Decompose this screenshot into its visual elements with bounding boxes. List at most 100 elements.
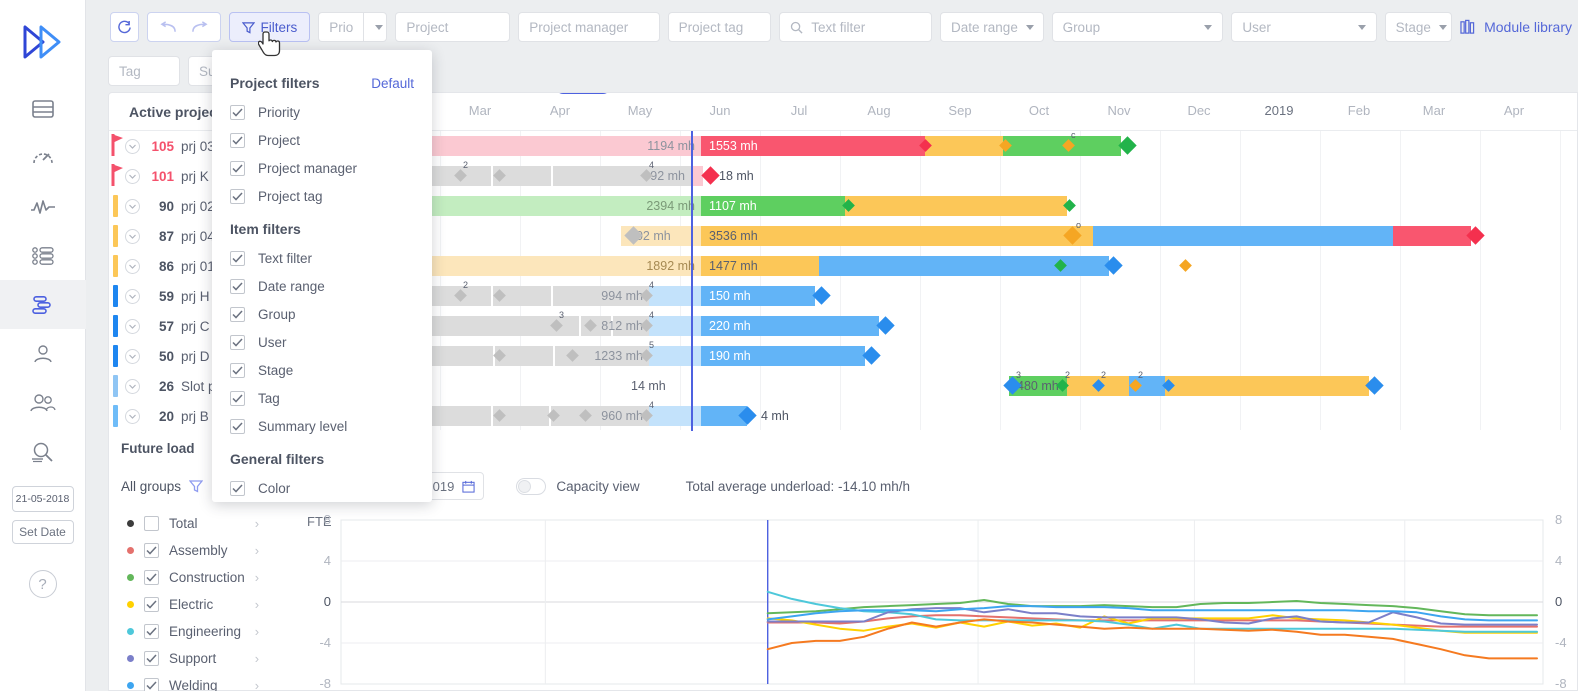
gantt-bar[interactable] bbox=[1093, 226, 1393, 246]
project-input[interactable]: Project bbox=[395, 12, 511, 42]
prio-select[interactable]: Prio bbox=[318, 12, 388, 42]
list-item[interactable]: Electric › bbox=[109, 591, 279, 618]
gantt-bar[interactable] bbox=[649, 346, 701, 366]
chevron-down-icon[interactable] bbox=[125, 318, 140, 334]
chevron-down-icon[interactable] bbox=[125, 198, 140, 214]
chevron-right-icon[interactable]: › bbox=[255, 678, 259, 691]
chevron-down-icon[interactable] bbox=[125, 228, 140, 244]
sidebar-item-user[interactable] bbox=[0, 329, 86, 378]
checkbox[interactable] bbox=[144, 543, 159, 558]
gantt-bar[interactable]: 1892 mh bbox=[431, 256, 701, 276]
gantt-bar[interactable] bbox=[1165, 376, 1369, 396]
gantt-lane[interactable]: 1233 mh 190 mh 5 bbox=[431, 340, 1577, 371]
chevron-down-icon[interactable] bbox=[125, 408, 140, 424]
gantt-bar[interactable] bbox=[649, 316, 701, 336]
gantt-lane[interactable]: 992 mh 18 mh 2 4 bbox=[431, 160, 1577, 191]
gantt-bar[interactable] bbox=[1049, 136, 1121, 156]
capacity-view-toggle[interactable] bbox=[516, 477, 547, 495]
filter-option-project-tag[interactable]: Project tag bbox=[212, 182, 432, 210]
chevron-down-icon[interactable] bbox=[125, 288, 140, 304]
module-library-button[interactable]: Module library bbox=[1460, 19, 1572, 35]
chevron-down-icon[interactable] bbox=[125, 258, 140, 274]
checkbox[interactable] bbox=[144, 597, 159, 612]
gantt-bar[interactable]: 812 mh bbox=[431, 316, 649, 336]
undo-redo-group[interactable] bbox=[146, 12, 221, 42]
checkbox[interactable] bbox=[230, 188, 245, 204]
checkbox[interactable] bbox=[230, 480, 245, 496]
text-filter-input[interactable]: Text filter bbox=[779, 12, 933, 42]
filter-option-stage[interactable]: Stage bbox=[212, 356, 432, 384]
gantt-bar[interactable]: 3536 mh bbox=[701, 226, 1093, 246]
filter-option-group[interactable]: Group bbox=[212, 300, 432, 328]
milestone-marker[interactable] bbox=[701, 166, 720, 185]
checkbox[interactable] bbox=[144, 570, 159, 585]
list-item[interactable]: Support › bbox=[109, 645, 279, 672]
project-tag-input[interactable]: Project tag bbox=[667, 12, 772, 42]
gantt-bar[interactable]: 1194 mh bbox=[431, 136, 701, 156]
chevron-right-icon[interactable]: › bbox=[255, 570, 259, 585]
gantt-bar[interactable]: 150 mh bbox=[701, 286, 815, 306]
chevron-down-icon[interactable] bbox=[125, 378, 140, 394]
checkbox[interactable] bbox=[230, 306, 245, 322]
checkbox[interactable] bbox=[144, 624, 159, 639]
list-item[interactable]: Engineering › bbox=[109, 618, 279, 645]
list-item[interactable]: Total › bbox=[109, 510, 279, 537]
milestone-marker[interactable] bbox=[1118, 136, 1137, 155]
filter-option-project[interactable]: Project bbox=[212, 126, 432, 154]
filter-option-priority[interactable]: Priority bbox=[212, 98, 432, 126]
gantt-lane[interactable]: 994 mh 150 mh 2 4 bbox=[431, 280, 1577, 311]
checkbox[interactable] bbox=[144, 678, 159, 691]
prio-dropdown-toggle[interactable] bbox=[363, 12, 388, 42]
list-item[interactable]: Construction › bbox=[109, 564, 279, 591]
filter-option-date-range[interactable]: Date range bbox=[212, 272, 432, 300]
sidebar-item-planning[interactable] bbox=[0, 280, 86, 329]
refresh-button[interactable] bbox=[110, 12, 139, 42]
chevron-right-icon[interactable]: › bbox=[255, 543, 259, 558]
tag-input[interactable]: Tag bbox=[108, 56, 180, 86]
date-range-select[interactable]: Date range bbox=[940, 12, 1044, 42]
milestone-marker[interactable] bbox=[876, 316, 895, 335]
set-date-button[interactable]: Set Date bbox=[11, 520, 74, 544]
gantt-lane[interactable]: 812 mh 220 mh 3 4 bbox=[431, 310, 1577, 341]
gantt-lane[interactable]: 960 mh 4 mh 4 bbox=[431, 400, 1577, 431]
gantt-bar[interactable]: 1233 mh bbox=[431, 346, 649, 366]
checkbox[interactable] bbox=[230, 418, 245, 434]
gantt-bar[interactable]: 2394 mh bbox=[431, 196, 701, 216]
gantt-bar[interactable] bbox=[649, 286, 701, 306]
checkbox[interactable] bbox=[230, 104, 245, 120]
filter-option-summary-level[interactable]: Summary level bbox=[212, 412, 432, 440]
gantt-bar[interactable] bbox=[1393, 226, 1471, 246]
checkbox[interactable] bbox=[230, 278, 245, 294]
gantt-lane[interactable]: 14 mh 480 mh 3 2 2 2 bbox=[431, 370, 1577, 401]
checkbox[interactable] bbox=[230, 334, 245, 350]
gantt-bar[interactable]: 220 mh bbox=[701, 316, 879, 336]
group-select[interactable]: Group bbox=[1051, 12, 1224, 42]
checkbox[interactable] bbox=[230, 362, 245, 378]
filters-button[interactable]: Filters bbox=[228, 12, 311, 42]
list-item[interactable]: Welding › bbox=[109, 672, 279, 691]
checkbox[interactable] bbox=[230, 390, 245, 406]
prio-label[interactable]: Prio bbox=[318, 12, 364, 42]
gantt-bar[interactable]: 1107 mh bbox=[701, 196, 845, 216]
gantt-lane[interactable]: 1194 mh 1553 mh c bbox=[431, 130, 1577, 161]
chevron-right-icon[interactable]: › bbox=[255, 597, 259, 612]
gantt-bar[interactable]: 190 mh bbox=[701, 346, 865, 366]
milestone-marker[interactable] bbox=[1179, 259, 1192, 272]
user-select[interactable]: User bbox=[1231, 12, 1377, 42]
gantt-bar[interactable] bbox=[845, 196, 1067, 216]
checkbox[interactable] bbox=[230, 160, 245, 176]
gantt-lane[interactable]: 2394 mh 1107 mh bbox=[431, 191, 1577, 221]
checkbox[interactable] bbox=[230, 250, 245, 266]
list-item[interactable]: Assembly › bbox=[109, 537, 279, 564]
checkbox[interactable] bbox=[144, 516, 159, 531]
chevron-down-icon[interactable] bbox=[125, 168, 140, 184]
chevron-right-icon[interactable]: › bbox=[255, 516, 259, 531]
sidebar-item-analytics[interactable] bbox=[0, 182, 86, 231]
project-manager-input[interactable]: Project manager bbox=[518, 12, 660, 42]
gantt-lane[interactable]: 502 mh 3536 mh o bbox=[431, 220, 1577, 251]
filters-dropdown-menu[interactable]: Project filters Default Priority Project Pro… bbox=[212, 50, 432, 502]
filter-option-user[interactable]: User bbox=[212, 328, 432, 356]
chevron-down-icon[interactable] bbox=[125, 348, 140, 364]
sidebar-item-dashboard[interactable] bbox=[0, 133, 86, 182]
gantt-bar[interactable]: 960 mh bbox=[431, 406, 649, 426]
